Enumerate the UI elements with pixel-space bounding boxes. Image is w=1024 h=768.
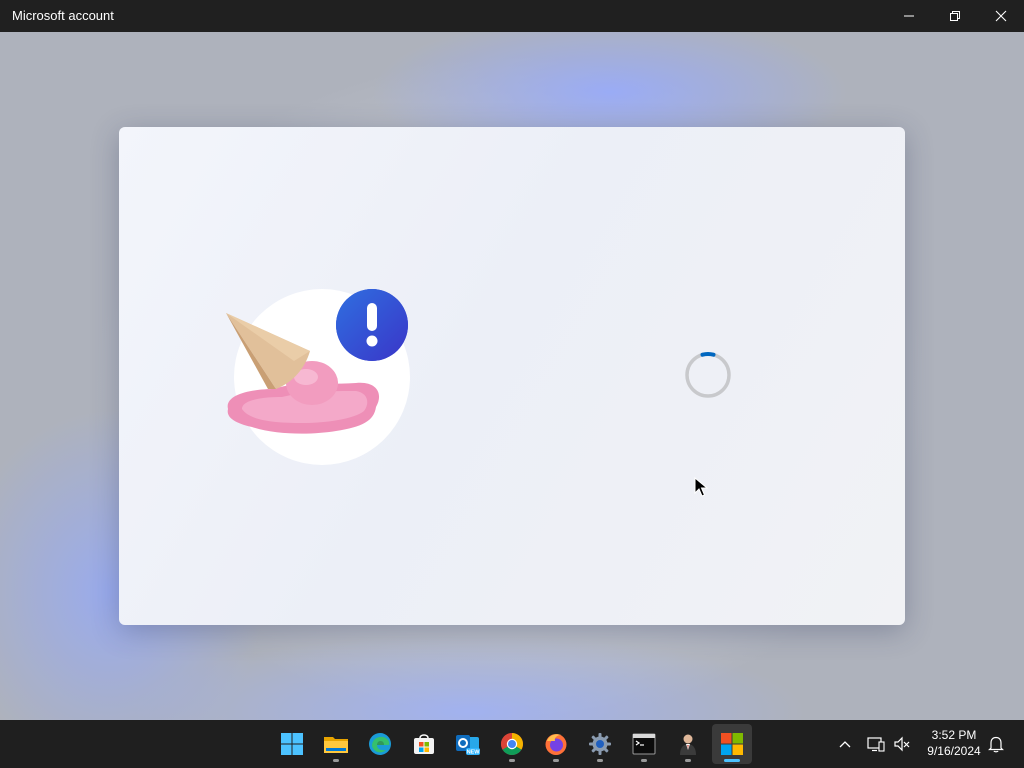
melted-ice-cream-error-icon [226, 289, 410, 465]
person-icon [680, 734, 696, 755]
gear-icon [589, 733, 611, 755]
taskbar-chrome[interactable] [492, 724, 532, 764]
window-titlebar: Microsoft account [0, 0, 1024, 32]
microsoft-logo-icon [721, 733, 743, 755]
minimize-icon [904, 15, 914, 17]
running-indicator [597, 759, 603, 762]
running-indicator [685, 759, 691, 762]
outlook-icon: NEW [456, 735, 481, 756]
edge-icon [369, 733, 391, 755]
terminal-icon [632, 733, 656, 755]
clock-time: 3:52 PM [931, 728, 977, 742]
network-icon [867, 737, 885, 752]
minimize-button[interactable] [886, 0, 932, 32]
restore-icon [950, 11, 960, 21]
taskbar-microsoft-account[interactable] [712, 724, 752, 764]
close-icon [995, 10, 1007, 22]
windows-logo-icon [281, 733, 303, 755]
start-button[interactable] [272, 724, 312, 764]
chrome-icon [501, 733, 523, 755]
tray-overflow-button[interactable] [834, 720, 856, 768]
bell-icon [988, 736, 1004, 753]
taskbar-terminal[interactable] [624, 724, 664, 764]
running-indicator [333, 759, 339, 762]
taskbar-clock[interactable]: 3:52 PM 9/16/2024 [918, 727, 990, 759]
chevron-up-icon [839, 741, 851, 748]
svg-text:NEW: NEW [467, 750, 481, 756]
restore-button[interactable] [932, 0, 978, 32]
taskbar-outlook-new[interactable]: NEW [448, 724, 488, 764]
taskbar: NEW 3:52 PM 9/16/2024 [0, 720, 1024, 768]
notifications-button[interactable] [984, 720, 1008, 768]
taskbar-firefox[interactable] [536, 724, 576, 764]
loading-spinner-icon [685, 351, 731, 398]
taskbar-user-app[interactable] [668, 724, 708, 764]
active-indicator [724, 759, 740, 762]
taskbar-file-explorer[interactable] [316, 724, 356, 764]
volume-muted-icon [894, 736, 910, 752]
tray-network[interactable] [864, 720, 888, 768]
close-button[interactable] [978, 0, 1024, 32]
clock-date: 9/16/2024 [927, 744, 981, 758]
running-indicator [553, 759, 559, 762]
folder-icon [324, 737, 348, 753]
taskbar-microsoft-store[interactable] [404, 724, 444, 764]
running-indicator [509, 759, 515, 762]
window-title: Microsoft account [12, 8, 114, 23]
taskbar-edge[interactable] [360, 724, 400, 764]
running-indicator [641, 759, 647, 762]
firefox-icon [545, 734, 567, 755]
mouse-cursor-icon [694, 477, 708, 497]
tray-volume[interactable] [890, 720, 914, 768]
store-icon [414, 734, 434, 754]
taskbar-settings[interactable] [580, 724, 620, 764]
